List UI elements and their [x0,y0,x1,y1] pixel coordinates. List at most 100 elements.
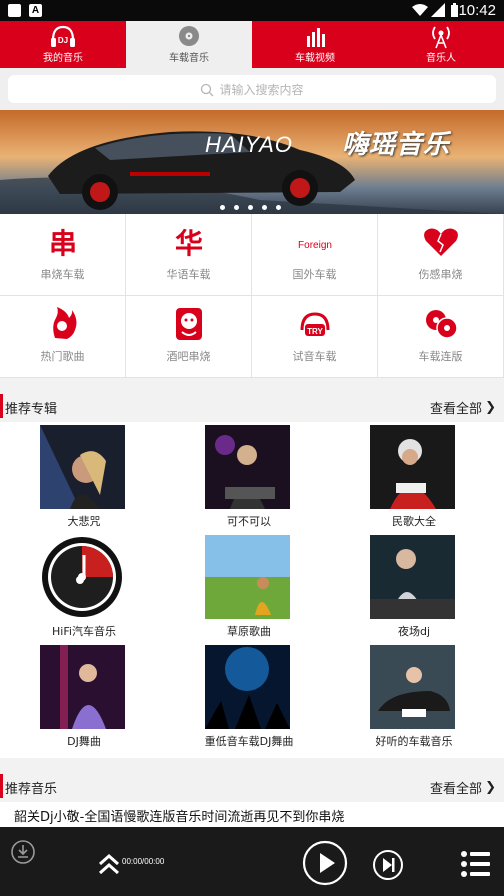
carousel-dot[interactable] [220,205,225,210]
category-label: 酒吧串烧 [166,350,211,363]
tab-my-music[interactable]: DJ 我的音乐 [0,21,126,68]
category-sad[interactable]: 伤感串烧 [378,214,504,296]
banner-carousel[interactable]: HAIYAO 嗨瑶音乐 [0,110,504,214]
tab-label: 音乐人 [426,53,456,64]
double-disc-icon [426,310,458,339]
category-bar[interactable]: 酒吧串烧 [126,296,252,378]
section-title: 推荐音乐 [5,782,58,797]
category-label: 试音车载 [292,350,337,363]
svg-text:Foreign: Foreign [298,240,332,251]
disc-icon [179,26,199,46]
tab-label: 我的音乐 [43,53,83,64]
album-item[interactable]: 可不可以 [165,422,333,532]
player-bar: 00:00/00:00 [0,827,504,896]
view-all-music-link[interactable]: 查看全部 [430,778,482,797]
album-title: 夜场dj [397,625,431,638]
section-title: 推荐专辑 [5,402,58,417]
broadcast-icon [432,26,450,49]
chevron-right-icon[interactable]: ❯ [485,400,496,415]
play-button[interactable] [302,840,348,886]
category-label: 串烧车载 [40,268,85,281]
album-title: DJ舞曲 [67,735,101,748]
album-cover [40,425,125,509]
category-hot[interactable]: 热门歌曲 [0,296,126,378]
foreign-icon: Foreign [298,240,332,251]
album-title: 可不可以 [227,515,271,528]
album-grid: 大悲咒 可不可以 民歌大全 HiFi汽车音乐 草原歌曲 夜场dj DJ舞曲 重低… [0,422,504,758]
playlist-icon[interactable] [460,849,490,879]
category-continuous[interactable]: 车载连版 [378,296,504,378]
album-item[interactable]: 夜场dj [330,532,498,642]
top-tabs: DJ 我的音乐 车载音乐 车载视频 音乐人 [0,21,504,68]
search-icon [201,83,214,96]
category-label: 热门歌曲 [40,350,85,363]
album-item[interactable]: DJ舞曲 [0,642,168,752]
expand-up-icon[interactable] [98,853,120,877]
song-list-item[interactable]: 韶关Dj小敬-全国语慢歌连版音乐时间流逝再见不到你串烧 [0,802,504,828]
album-item[interactable]: 好听的车载音乐 [330,642,498,752]
album-item[interactable]: 大悲咒 [0,422,168,532]
album-title: HiFi汽车音乐 [52,625,116,638]
section-accent-bar [0,394,3,418]
album-cover [205,425,290,509]
tab-label: 车载音乐 [169,53,209,64]
carousel-dot[interactable] [276,205,281,210]
album-cover [40,645,125,729]
tab-car-video[interactable]: 车载视频 [252,21,378,68]
category-foreign[interactable]: Foreign 国外车载 [252,214,378,296]
album-title: 大悲咒 [67,515,101,528]
svg-text:华: 华 [175,227,203,260]
banner-title: 嗨瑶音乐 [342,130,451,160]
album-cover [370,425,455,509]
bar-face-icon [176,308,202,340]
hifi-disc-cover [40,535,125,619]
carousel-dot[interactable] [248,205,253,210]
try-headphones-icon: TRY [300,312,330,336]
album-title: 好听的车载音乐 [375,735,453,748]
album-cover [205,535,290,619]
bar-chart-icon [307,28,325,47]
category-label: 国外车载 [292,268,337,281]
svg-text:串: 串 [49,227,77,260]
album-item[interactable]: 草原歌曲 [165,532,333,642]
album-item[interactable]: 民歌大全 [330,422,498,532]
dj-headphones-icon: DJ [51,25,75,47]
svg-text:TRY: TRY [307,327,323,336]
tab-musician[interactable]: 音乐人 [378,21,504,68]
album-item[interactable]: 重低音车载DJ舞曲 [165,642,333,752]
album-cover [370,535,455,619]
notification-icon [8,4,21,17]
search-placeholder: 请输入搜索内容 [219,83,304,97]
category-label: 车载连版 [418,350,463,363]
song-title: 韶关Dj小敬-全国语慢歌连版音乐时间流逝再见不到你串烧 [14,810,345,825]
category-try[interactable]: TRY 试音车载 [252,296,378,378]
tab-label: 车载视频 [295,53,335,64]
svg-text:DJ: DJ [58,36,68,45]
carousel-dot[interactable] [262,205,267,210]
recommend-albums-header: 推荐专辑 查看全部 ❯ [0,391,504,421]
tab-car-music[interactable]: 车载音乐 [126,21,252,68]
fire-head-icon [53,307,77,339]
view-all-albums-link[interactable]: 查看全部 [430,398,482,417]
download-icon[interactable] [10,839,36,865]
signal-icon [431,3,445,17]
recommend-music-header: 推荐音乐 查看全部 ❯ [0,771,504,801]
album-cover [205,645,290,729]
category-chuanshao[interactable]: 串 串烧车载 [0,214,126,296]
carousel-dot[interactable] [234,205,239,210]
category-huayu[interactable]: 华 华语车载 [126,214,252,296]
app-notification-icon: A [29,4,42,17]
album-cover [370,645,455,729]
album-title: 草原歌曲 [227,625,271,638]
hua-icon: 华 [175,227,203,260]
section-accent-bar [0,774,3,798]
status-bar: A 10:42 [0,0,504,21]
search-area: 请输入搜索内容 [0,68,504,110]
category-label: 华语车载 [166,268,211,281]
broken-heart-icon [424,228,458,256]
chevron-right-icon[interactable]: ❯ [485,780,496,795]
play-time: 00:00/00:00 [122,857,165,866]
search-input[interactable]: 请输入搜索内容 [8,75,496,103]
next-track-button[interactable] [372,849,404,881]
album-item[interactable]: HiFi汽车音乐 [0,532,168,642]
